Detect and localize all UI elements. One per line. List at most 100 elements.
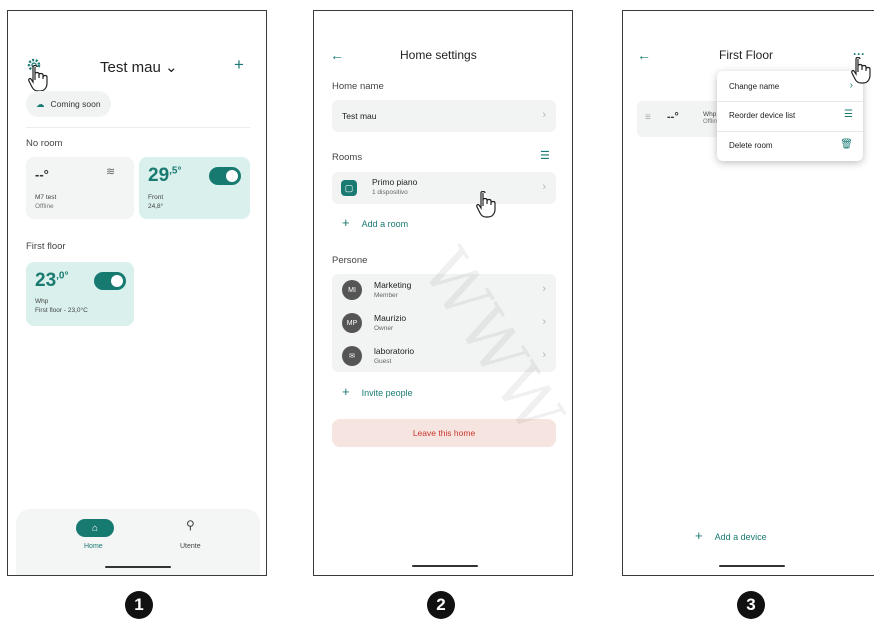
home-name-row[interactable]: Test mau › (332, 100, 556, 132)
temp-decimal: ,0° (56, 270, 69, 282)
person-name: Marketing (374, 280, 412, 290)
wifi-off-icon: ≋ (106, 166, 116, 178)
page-title: Home settings (400, 48, 477, 62)
device-name: Whp (703, 111, 717, 118)
home-name-value: Test mau (342, 111, 377, 121)
page-title: First Floor (719, 48, 773, 62)
menu-divider (717, 131, 863, 132)
back-arrow-icon[interactable]: ← (637, 47, 651, 63)
step-number-3: 3 (737, 591, 765, 619)
menu-delete-room[interactable]: Delete room (729, 141, 773, 150)
bottom-nav: ⌂ Home ⚲ Utente (16, 509, 260, 575)
plus-icon: + (342, 215, 350, 230)
hand-pointer-icon (476, 191, 496, 218)
home-indicator (105, 566, 171, 568)
rooms-label: Rooms (332, 152, 363, 163)
section-first-floor: First floor (26, 241, 66, 252)
section-no-room: No room (26, 138, 63, 149)
divider (26, 127, 250, 128)
nav-home-label[interactable]: Home (84, 543, 103, 550)
screen-home-settings: ← Home settings Home name Test mau › Roo… (313, 10, 573, 576)
invite-label: Invite people (361, 388, 413, 398)
person-row[interactable]: MP Maurizio Owner › (332, 307, 556, 339)
home-indicator (719, 565, 785, 567)
avatar: MI (342, 280, 362, 300)
person-role: Owner (374, 325, 394, 332)
chevron-down-icon: ⌄ (165, 59, 178, 76)
person-name: Maurizio (374, 313, 407, 323)
person-role: Member (374, 292, 398, 299)
device-name: M7 test (35, 194, 57, 201)
room-icon: ▢ (341, 180, 357, 196)
drag-handle-icon[interactable]: ≡ (645, 112, 651, 123)
device-status: Offlin (703, 119, 717, 125)
device-status: Offline (35, 203, 54, 210)
person-row[interactable]: ✉ laboratorio Guest › (332, 340, 556, 372)
add-device-button[interactable]: + Add a device (695, 528, 767, 543)
chevron-right-icon: › (542, 316, 546, 328)
mail-icon: ✉ (342, 346, 362, 366)
chevron-right-icon: › (542, 283, 546, 295)
plus-icon: + (695, 528, 703, 543)
screen-room: ← First Floor ··· ≡ --° Whp Offlin Chang… (622, 10, 874, 576)
home-title-text: Test mau (100, 59, 161, 76)
device-temp: --° (667, 111, 679, 123)
device-sub: First floor - 23,0°C (35, 307, 88, 314)
device-name: Front (148, 194, 164, 201)
room-name: Primo piano (372, 177, 418, 187)
menu-divider (717, 101, 863, 102)
add-device-label: Add a device (714, 532, 767, 542)
avatar: MP (342, 313, 362, 333)
device-toggle[interactable] (209, 167, 241, 185)
person-row[interactable]: MI Marketing Member › (332, 274, 556, 306)
home-icon[interactable]: ⌂ (76, 519, 114, 537)
user-icon[interactable]: ⚲ (186, 518, 195, 532)
sliders-icon[interactable]: ☰ (540, 149, 550, 162)
add-room-label: Add a room (361, 219, 409, 229)
device-name: Whp (35, 298, 49, 305)
chevron-right-icon: › (542, 109, 546, 121)
menu-reorder-device-list[interactable]: Reorder device list (729, 111, 795, 120)
add-room-button[interactable]: + Add a room (342, 215, 408, 230)
chevron-right-icon: › (542, 181, 546, 193)
context-menu: Change name › Reorder device list ☰ Dele… (717, 71, 863, 161)
leave-home-button[interactable]: Leave this home (332, 419, 556, 447)
hand-pointer-icon (851, 57, 871, 84)
device-temp: 23,0° (35, 270, 68, 292)
plus-icon: + (342, 384, 350, 399)
temp-decimal: ,5° (169, 165, 182, 177)
home-indicator (412, 565, 478, 567)
screen-home: Test mau ⌄ + ☁ Coming soon No room --° ≋… (7, 10, 267, 576)
device-toggle[interactable] (94, 272, 126, 290)
hand-pointer-icon (28, 65, 48, 92)
person-role: Guest (374, 358, 392, 365)
device-sub: 24,8° (148, 203, 164, 210)
step-number-2: 2 (427, 591, 455, 619)
temp-main: 23 (35, 270, 57, 291)
coming-soon-text: Coming soon (50, 99, 101, 109)
device-card-m7[interactable]: --° ≋ M7 test Offline (26, 157, 134, 219)
weather-chip: ☁ Coming soon (26, 91, 111, 117)
sliders-icon: ☰ (844, 109, 853, 120)
invite-people-button[interactable]: + Invite people (342, 384, 413, 399)
temp-main: 29 (148, 165, 170, 186)
menu-change-name[interactable]: Change name (729, 82, 779, 91)
people-list: MI Marketing Member › MP Maurizio Owner … (332, 274, 556, 372)
nav-user-label[interactable]: Utente (180, 543, 201, 550)
device-card-front[interactable]: 29,5° Front 24,8° (139, 157, 250, 219)
trash-icon: 🗑 (840, 139, 853, 150)
home-name-label: Home name (332, 81, 384, 92)
step-number-1: 1 (125, 591, 153, 619)
home-title[interactable]: Test mau ⌄ (100, 58, 178, 76)
people-label: Persone (332, 255, 368, 266)
back-arrow-icon[interactable]: ← (330, 47, 344, 63)
chevron-right-icon: › (542, 349, 546, 361)
add-button[interactable]: + (234, 55, 244, 75)
device-temp: --° (35, 167, 49, 182)
device-card-whp[interactable]: 23,0° Whp First floor - 23,0°C (26, 262, 134, 326)
device-temp: 29,5° (148, 165, 181, 187)
room-row[interactable]: ▢ Primo piano 1 dispositivo › (332, 172, 556, 204)
room-sub: 1 dispositivo (372, 189, 408, 196)
person-name: laboratorio (374, 346, 415, 356)
weather-icon: ☁ (36, 98, 45, 109)
